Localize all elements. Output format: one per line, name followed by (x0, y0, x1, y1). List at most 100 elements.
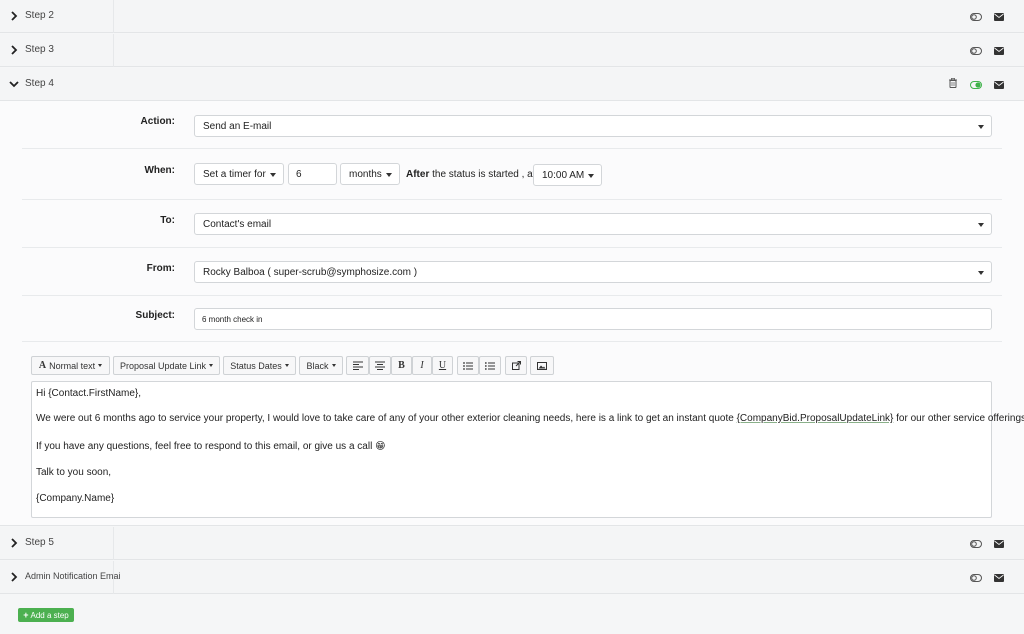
step-row-5[interactable]: Step 5 (0, 527, 1024, 560)
caret-down-icon (978, 271, 984, 275)
divider (22, 148, 1002, 149)
caret-down-icon (386, 173, 392, 177)
divider (22, 341, 1002, 342)
step-row-4[interactable]: Step 4 (0, 68, 1024, 101)
editor-line: Hi {Contact.FirstName}, (36, 388, 142, 399)
editor-line: {Company.Name} (36, 493, 115, 504)
divider (22, 199, 1002, 200)
envelope-icon[interactable] (994, 539, 1004, 551)
image-icon (537, 361, 547, 370)
status-dates-label: Status Dates (230, 360, 282, 371)
timer-unit-value: months (349, 169, 382, 180)
bullet-list-button[interactable] (457, 356, 479, 375)
action-value: Send an E-mail (203, 121, 272, 132)
underline-icon: U (438, 360, 447, 371)
divider (113, 0, 114, 33)
divider (113, 34, 114, 67)
chevron-right-icon[interactable] (8, 43, 20, 57)
step-row-3[interactable]: Step 3 (0, 34, 1024, 67)
step-label: Step 5 (25, 537, 54, 548)
step-row-admin[interactable]: Admin Notification Emai (0, 561, 1024, 594)
from-value: Rocky Balboa ( super-scrub@symphosize.co… (203, 267, 418, 278)
add-step-label: Add a step (30, 610, 69, 620)
toggle-on-icon[interactable] (970, 80, 982, 92)
text-style-label: Normal text (49, 360, 96, 371)
to-label: To: (160, 215, 175, 226)
envelope-icon[interactable] (994, 46, 1004, 58)
proposal-link-dropdown[interactable]: Proposal Update Link (113, 356, 220, 375)
underline-button[interactable]: U (432, 356, 453, 375)
caret-down-icon (270, 173, 276, 177)
subject-input[interactable]: 6 month check in (194, 308, 992, 330)
add-step-button[interactable]: + Add a step (18, 608, 74, 622)
editor-text: for our other service offerings! (893, 413, 1024, 424)
time-select[interactable]: 10:00 AM (533, 164, 602, 186)
after-rest: the status is started , at (429, 169, 536, 180)
divider (113, 561, 114, 594)
font-icon: A (38, 360, 47, 371)
from-select[interactable]: Rocky Balboa ( super-scrub@symphosize.co… (194, 261, 992, 283)
toggle-off-icon[interactable] (970, 46, 982, 58)
timer-unit-select[interactable]: months (340, 163, 400, 185)
action-select[interactable]: Send an E-mail (194, 115, 992, 137)
caret-down-icon (209, 364, 214, 367)
timer-amount-input[interactable]: 6 (288, 163, 337, 185)
toggle-off-icon[interactable] (970, 539, 982, 551)
to-value: Contact's email (203, 219, 272, 230)
align-center-icon (375, 361, 385, 370)
editor-text: We were out 6 months ago to service your… (36, 413, 737, 424)
step-label: Step 2 (25, 10, 54, 21)
caret-down-icon (588, 174, 594, 178)
editor-line: If you have any questions, feel free to … (36, 441, 386, 452)
text-style-dropdown[interactable]: A Normal text (31, 356, 110, 375)
step-label: Step 4 (25, 78, 54, 89)
chevron-right-icon[interactable] (8, 570, 20, 584)
subject-label: Subject: (135, 310, 175, 321)
divider (113, 527, 114, 560)
proposal-link-label: Proposal Update Link (119, 360, 207, 371)
envelope-icon[interactable] (994, 80, 1004, 92)
after-text: After the status is started , at (406, 169, 536, 180)
link-button[interactable] (505, 356, 527, 375)
toggle-off-icon[interactable] (970, 573, 982, 585)
align-left-icon (352, 361, 363, 370)
italic-icon: I (420, 360, 424, 371)
bold-button[interactable]: B (391, 356, 412, 375)
when-label: When: (144, 165, 175, 176)
step-label: Step 3 (25, 44, 54, 55)
numbered-list-icon (485, 361, 495, 370)
image-button[interactable] (530, 356, 554, 375)
trash-icon[interactable] (949, 77, 957, 91)
chevron-down-icon[interactable] (8, 77, 20, 91)
caret-down-icon (978, 125, 984, 129)
chevron-right-icon[interactable] (8, 9, 20, 23)
chevron-right-icon[interactable] (8, 536, 20, 550)
divider (22, 295, 1002, 296)
email-body-editor[interactable]: Hi {Contact.FirstName}, We were out 6 mo… (31, 381, 1024, 518)
caret-down-icon (978, 223, 984, 227)
envelope-icon[interactable] (994, 573, 1004, 585)
envelope-icon[interactable] (994, 12, 1004, 24)
from-label: From: (146, 263, 175, 274)
editor-line: We were out 6 months ago to service your… (36, 413, 1024, 424)
bullet-list-icon (463, 361, 473, 370)
timer-select[interactable]: Set a timer for (194, 163, 284, 185)
caret-down-icon (284, 364, 289, 367)
status-dates-dropdown[interactable]: Status Dates (223, 356, 296, 375)
numbered-list-button[interactable] (479, 356, 501, 375)
color-dropdown[interactable]: Black (299, 356, 343, 375)
align-center-button[interactable] (369, 356, 391, 375)
divider (22, 247, 1002, 248)
editor-line: Talk to you soon, (36, 467, 112, 478)
color-label: Black (306, 360, 329, 371)
merge-field-link: {CompanyBid.ProposalUpdateLink} (736, 413, 894, 424)
step-row-2[interactable]: Step 2 (0, 0, 1024, 33)
align-left-button[interactable] (346, 356, 369, 375)
caret-down-icon (98, 364, 103, 367)
caret-down-icon (331, 364, 336, 367)
to-select[interactable]: Contact's email (194, 213, 992, 235)
after-bold: After (406, 169, 430, 180)
bold-icon: B (398, 360, 405, 371)
toggle-off-icon[interactable] (970, 12, 982, 24)
italic-button[interactable]: I (412, 356, 432, 375)
